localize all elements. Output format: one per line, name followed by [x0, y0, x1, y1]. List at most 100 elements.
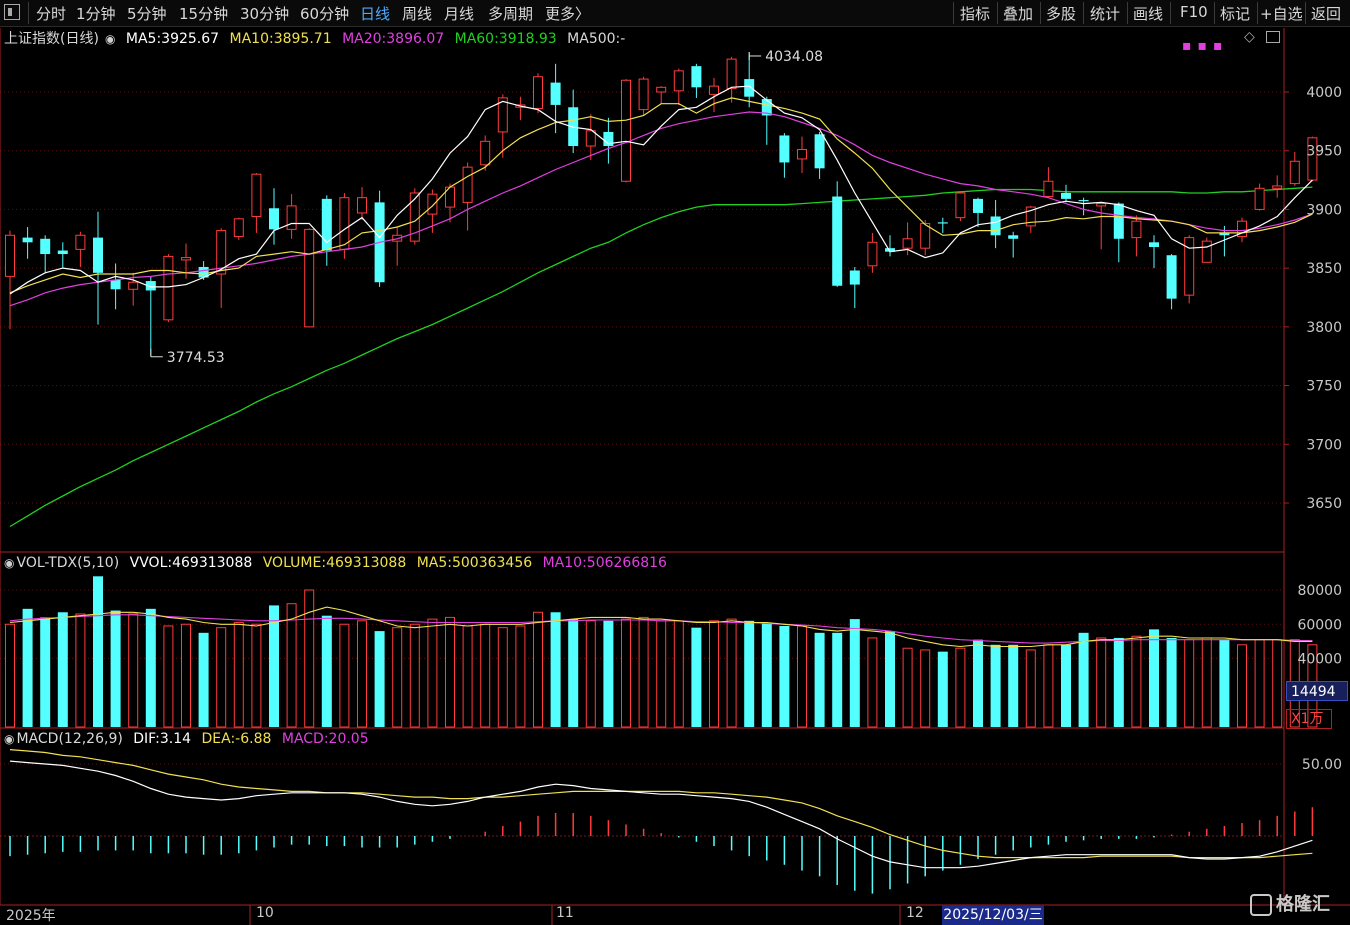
candle-body-up	[585, 130, 596, 147]
candle-body-down	[1078, 200, 1089, 202]
candle-body-up	[533, 76, 543, 109]
price-legend: 上证指数(日线) ◉ MA5:3925.67 MA10:3895.71 MA20:…	[4, 28, 631, 48]
multi-stock-button[interactable]: 多股	[1046, 3, 1076, 24]
x-label-dec: 12	[906, 905, 924, 921]
macd-dif-line	[9, 760, 1313, 869]
f10-button[interactable]: F10	[1180, 3, 1208, 21]
candle-body-down	[22, 237, 33, 243]
menu-icon[interactable]	[4, 4, 20, 20]
volume-bar-up	[427, 618, 438, 728]
volume-bar-up	[181, 623, 191, 728]
volume-bar-up	[445, 616, 455, 728]
candle-body-down	[691, 66, 702, 88]
volume-bar-down	[1113, 637, 1124, 727]
candle-body-up	[1043, 180, 1054, 198]
volume-bar-down	[832, 632, 843, 727]
candle-body-down	[1113, 203, 1124, 239]
statistics-button[interactable]: 统计	[1090, 3, 1120, 24]
vol-indicator-name: VOL-TDX(5,10)	[16, 555, 120, 571]
volume-bar-down	[849, 619, 860, 727]
logo-text: 格隆汇	[1276, 894, 1330, 915]
candle-body-down	[550, 82, 561, 105]
volume-bar-down	[814, 632, 825, 727]
window-toggle-icon[interactable]	[1266, 31, 1280, 43]
kline-chart[interactable]: 4000 3950 3900 3850 3800 3750 3700 3650 80000 600…	[0, 0, 1350, 925]
price-tick-label: 4000	[1306, 85, 1342, 101]
volume-bar-up	[409, 623, 420, 728]
macd-indicator-name: MACD(12,26,9)	[16, 731, 123, 747]
candle-body-up	[656, 86, 667, 93]
volume-bar-down	[568, 619, 579, 727]
tab-60min[interactable]: 60分钟	[300, 3, 349, 24]
volume-bar-up	[1184, 639, 1195, 728]
candle-body-up	[497, 97, 508, 133]
volume-tick-label: 60000	[1297, 617, 1342, 633]
tab-fenshi[interactable]: 分时	[36, 3, 66, 24]
candle-body-up	[181, 257, 191, 261]
more-icon[interactable]: ▪▪▪	[1182, 38, 1228, 54]
drawing-button[interactable]: 画线	[1133, 3, 1163, 24]
vol-settings-icon[interactable]: ◉	[4, 556, 14, 570]
candle-body-down	[40, 238, 51, 255]
candle-body-up	[1131, 220, 1142, 239]
candle-body-down	[885, 248, 895, 252]
macd-tick-label: 50.00	[1302, 757, 1342, 773]
toolbar-divider	[1083, 2, 1084, 24]
toolbar-divider	[1170, 2, 1171, 24]
ma20-value: 3896.07	[386, 31, 445, 47]
tab-30min[interactable]: 30分钟	[240, 3, 289, 24]
volume-bar-up	[955, 647, 966, 728]
candle-body-up	[427, 193, 438, 215]
volume-bar-up	[392, 627, 403, 728]
add-watchlist-button[interactable]: +自选	[1260, 3, 1303, 24]
candle-body-down	[1166, 255, 1177, 299]
macd-label: MACD:	[281, 731, 329, 747]
indicator-button[interactable]: 指标	[960, 3, 990, 24]
candle-body-down	[93, 237, 103, 273]
vol-ma5-value: 500363456	[451, 555, 533, 571]
volume-ma10-line	[9, 614, 1313, 644]
tab-15min[interactable]: 15分钟	[179, 3, 228, 24]
high-price-label: 4034.08	[765, 49, 823, 65]
tab-daily[interactable]: 日线	[360, 3, 390, 24]
volume-bar-up	[1272, 639, 1283, 728]
candle-body-up	[392, 234, 403, 242]
annotation-group: 4034.08 3774.53	[150, 49, 823, 366]
overlay-button[interactable]: 叠加	[1003, 3, 1033, 24]
macd-settings-icon[interactable]: ◉	[4, 732, 14, 746]
tab-more[interactable]: 更多〉	[545, 3, 590, 24]
volume-bar-up	[462, 625, 473, 728]
tab-5min[interactable]: 5分钟	[127, 3, 167, 24]
candle-body-down	[761, 99, 772, 116]
logo-icon	[1250, 894, 1272, 916]
diamond-icon[interactable]: ◇	[1244, 29, 1255, 45]
toolbar-divider	[1127, 2, 1128, 24]
candle-body-up	[75, 234, 86, 250]
candle-body-down	[269, 208, 279, 230]
candle-body-down	[1061, 192, 1071, 199]
candle-body-up	[128, 281, 139, 290]
volume-bar-down	[603, 620, 614, 727]
candle-body-up	[1096, 203, 1107, 207]
tab-weekly[interactable]: 周线	[402, 3, 432, 24]
macd-dea-line	[9, 749, 1313, 859]
volume-bar-up	[1043, 644, 1054, 728]
back-button[interactable]: 返回	[1311, 3, 1341, 24]
volume-bar-down	[374, 631, 385, 727]
tab-monthly[interactable]: 月线	[444, 3, 474, 24]
candle-body-up	[480, 140, 491, 166]
candle-body-down	[744, 79, 755, 97]
vol-ma5-label: MA5:	[416, 555, 452, 571]
price-tick-label: 3750	[1306, 379, 1342, 395]
price-tick-label: 3650	[1306, 496, 1342, 512]
mark-button[interactable]: 标记	[1220, 3, 1250, 24]
candle-body-up	[867, 241, 878, 267]
candle-body-up	[709, 85, 719, 95]
tab-1min[interactable]: 1分钟	[76, 3, 116, 24]
tab-multi-period[interactable]: 多周期	[488, 3, 533, 24]
candle-body-down	[849, 270, 860, 285]
settings-icon[interactable]: ◉	[105, 32, 115, 46]
candle-body-up	[233, 218, 244, 237]
volume-bar-up	[233, 622, 244, 728]
volume-bar-up	[339, 623, 350, 728]
